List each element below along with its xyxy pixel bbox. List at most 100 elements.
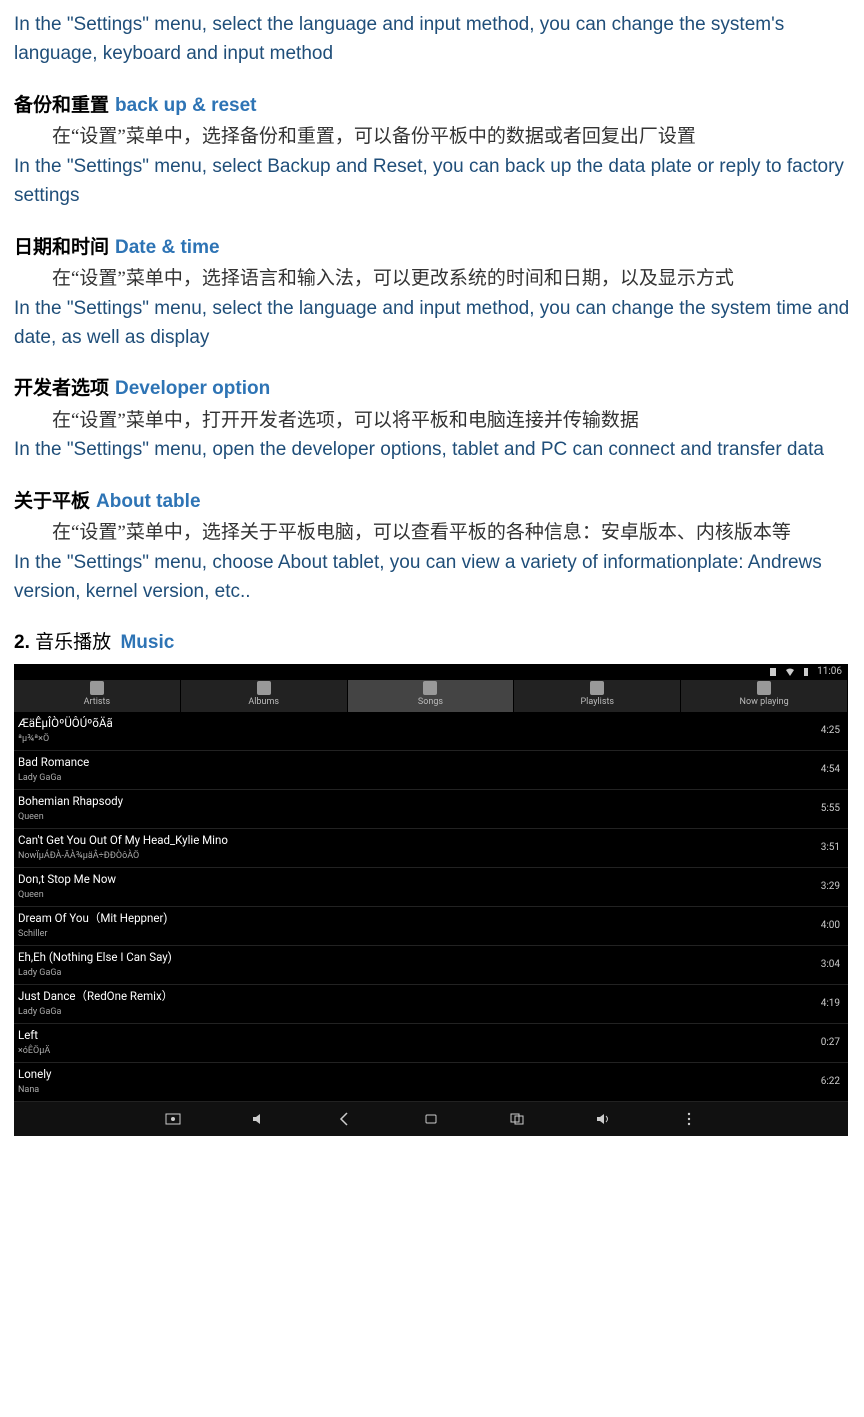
heading-en: Developer option — [115, 378, 270, 399]
tab-icon — [757, 681, 771, 695]
song-title: Can't Get You Out Of My Head_Kylie Mino — [18, 832, 228, 850]
songs-list: ÆäÊµÎÒºÜÔÚºõÄãªµ¾ª×Ö4:25Bad RomanceLady … — [14, 712, 848, 1102]
heading-en: Music — [120, 632, 174, 653]
song-artist: Schiller — [18, 928, 167, 942]
tab-albums[interactable]: Albums — [181, 680, 348, 712]
back-button[interactable] — [337, 1111, 353, 1127]
song-row[interactable]: Dream Of You（Mit Heppner)Schiller 4:00 — [14, 907, 848, 946]
sdcard-icon — [769, 667, 779, 677]
song-title: Just Dance（RedOne Remix） — [18, 988, 173, 1006]
song-title: Left — [18, 1027, 50, 1045]
music-app-screenshot: 11:06 Artists Albums Songs Playlists Now pla… — [14, 664, 848, 1136]
volume-down-button[interactable] — [251, 1111, 267, 1127]
song-row[interactable]: Just Dance（RedOne Remix）Lady GaGa 4:19 — [14, 985, 848, 1024]
song-duration: 3:04 — [821, 957, 840, 973]
tab-icon — [90, 681, 104, 695]
volume-up-button[interactable] — [595, 1111, 611, 1127]
song-artist: Queen — [18, 811, 123, 825]
status-bar: 11:06 — [14, 664, 848, 680]
system-nav-bar — [14, 1102, 848, 1136]
tab-label: Artists — [84, 696, 111, 710]
heading-en: Date & time — [115, 237, 220, 258]
section-heading: 开发者选项 Developer option — [14, 374, 850, 403]
music-tabs: Artists Albums Songs Playlists Now playing — [14, 680, 848, 712]
song-title: Dream Of You（Mit Heppner) — [18, 910, 167, 928]
tab-now-playing[interactable]: Now playing — [681, 680, 848, 712]
song-artist: NowÏµÁÐÀ-ÃÀ¾µäÂ÷ÐÐÒôÀÖ — [18, 850, 228, 864]
section-heading: 关于平板 About table — [14, 487, 850, 516]
body-zh: 在“设置”菜单中，选择语言和输入法，可以更改系统的时间和日期，以及显示方式 — [14, 264, 850, 293]
body-zh: 在“设置”菜单中，选择备份和重置，可以备份平板中的数据或者回复出厂设置 — [14, 122, 850, 151]
settings-section: 关于平板 About table 在“设置”菜单中，选择关于平板电脑，可以查看平板的… — [14, 487, 850, 607]
song-row[interactable]: Don,t Stop Me NowQueen 3:29 — [14, 868, 848, 907]
song-row[interactable]: LonelyNana 6:22 — [14, 1063, 848, 1102]
song-title: Bohemian Rhapsody — [18, 793, 123, 811]
clock-text: 11:06 — [817, 664, 842, 680]
tab-label: Playlists — [581, 696, 615, 710]
wifi-icon — [785, 667, 795, 677]
settings-section: 开发者选项 Developer option 在“设置”菜单中，打开开发者选项，可以… — [14, 374, 850, 464]
body-zh: 在“设置”菜单中，打开开发者选项，可以将平板和电脑连接并传输数据 — [14, 406, 850, 435]
settings-section: 日期和时间 Date & time 在“设置”菜单中，选择语言和输入法，可以更改系统… — [14, 233, 850, 353]
song-title: Don,t Stop Me Now — [18, 871, 116, 889]
menu-button[interactable] — [681, 1111, 697, 1127]
tab-icon — [590, 681, 604, 695]
song-row[interactable]: ÆäÊµÎÒºÜÔÚºõÄãªµ¾ª×Ö 4:25 — [14, 712, 848, 751]
song-row[interactable]: Left×óÊÖµÄ 0:27 — [14, 1024, 848, 1063]
song-artist: Nana — [18, 1084, 51, 1098]
tab-artists[interactable]: Artists — [14, 680, 181, 712]
tab-playlists[interactable]: Playlists — [514, 680, 681, 712]
recent-apps-button[interactable] — [509, 1111, 525, 1127]
heading-number: 2. — [14, 632, 30, 653]
heading-en: back up & reset — [115, 95, 257, 116]
song-artist: Lady GaGa — [18, 772, 89, 786]
heading-zh: 日期和时间 — [14, 237, 109, 258]
heading-en: About table — [96, 491, 201, 512]
tab-icon — [423, 681, 437, 695]
home-button[interactable] — [423, 1111, 439, 1127]
song-artist: Queen — [18, 889, 116, 903]
intro-paragraph-en: In the "Settings" menu, select the langu… — [14, 10, 850, 69]
screenshot-button[interactable] — [165, 1111, 181, 1127]
body-en: In the "Settings" menu, select the langu… — [14, 294, 850, 353]
battery-icon — [801, 667, 811, 677]
tab-icon — [257, 681, 271, 695]
song-artist: Lady GaGa — [18, 967, 172, 981]
music-heading: 2. 音乐播放 Music — [14, 628, 850, 657]
body-en: In the "Settings" menu, open the develop… — [14, 435, 850, 464]
tab-label: Songs — [418, 696, 443, 710]
heading-zh: 音乐播放 — [35, 632, 111, 653]
song-duration: 4:54 — [821, 762, 840, 778]
heading-zh: 关于平板 — [14, 491, 90, 512]
song-row[interactable]: Can't Get You Out Of My Head_Kylie MinoN… — [14, 829, 848, 868]
song-duration: 4:19 — [821, 996, 840, 1012]
song-artist: Lady GaGa — [18, 1006, 173, 1020]
section-heading: 日期和时间 Date & time — [14, 233, 850, 262]
song-title: Bad Romance — [18, 754, 89, 772]
song-row[interactable]: Bad RomanceLady GaGa 4:54 — [14, 751, 848, 790]
song-duration: 4:25 — [821, 723, 840, 739]
tab-songs[interactable]: Songs — [348, 680, 515, 712]
tab-label: Albums — [248, 696, 279, 710]
song-duration: 4:00 — [821, 918, 840, 934]
song-title: Lonely — [18, 1066, 51, 1084]
heading-zh: 备份和重置 — [14, 95, 109, 116]
song-row[interactable]: Bohemian RhapsodyQueen 5:55 — [14, 790, 848, 829]
song-row[interactable]: Eh,Eh (Nothing Else I Can Say)Lady GaGa 3… — [14, 946, 848, 985]
body-zh: 在“设置”菜单中，选择关于平板电脑，可以查看平板的各种信息：安卓版本、内核版本等 — [14, 518, 850, 547]
song-artist: ×óÊÖµÄ — [18, 1045, 50, 1059]
song-title: Eh,Eh (Nothing Else I Can Say) — [18, 949, 172, 967]
section-heading: 备份和重置 back up & reset — [14, 91, 850, 120]
song-duration: 3:29 — [821, 879, 840, 895]
song-duration: 3:51 — [821, 840, 840, 856]
song-duration: 0:27 — [821, 1035, 840, 1051]
heading-zh: 开发者选项 — [14, 378, 109, 399]
tab-label: Now playing — [740, 696, 789, 710]
settings-section: 备份和重置 back up & reset 在“设置”菜单中，选择备份和重置，可以备… — [14, 91, 850, 211]
song-title: ÆäÊµÎÒºÜÔÚºõÄã — [18, 715, 113, 733]
song-duration: 5:55 — [821, 801, 840, 817]
body-en: In the "Settings" menu, select Backup an… — [14, 152, 850, 211]
song-artist: ªµ¾ª×Ö — [18, 733, 113, 747]
song-duration: 6:22 — [821, 1074, 840, 1090]
body-en: In the "Settings" menu, choose About tab… — [14, 548, 850, 607]
